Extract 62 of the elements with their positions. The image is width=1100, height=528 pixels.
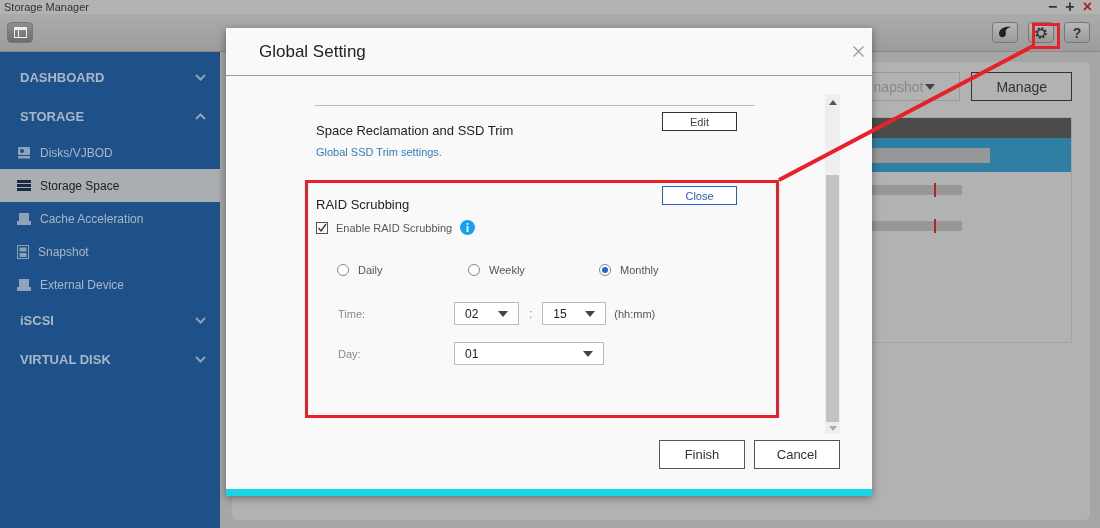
day-label: Day:: [338, 347, 362, 360]
settings-icon: [1034, 25, 1048, 40]
help-button[interactable]: ?: [1064, 22, 1090, 43]
sidebar-section[interactable]: iSCSI: [0, 301, 220, 340]
sidebar-section[interactable]: VIRTUAL DISK: [0, 340, 220, 379]
radio-label: Monthly: [620, 264, 659, 276]
maximize-button[interactable]: +: [1065, 0, 1075, 14]
sidebar-item[interactable]: External Device: [0, 268, 220, 301]
chevron-down-icon[interactable]: [195, 317, 206, 324]
sidebar-item[interactable]: Snapshot: [0, 235, 220, 268]
close-section-button[interactable]: Close: [662, 186, 737, 205]
highlight-frame: [1032, 23, 1060, 49]
scrollbar[interactable]: [825, 94, 840, 434]
radio-button[interactable]: [337, 264, 349, 276]
section-title: Space Reclamation and SSD Trim: [316, 122, 514, 138]
sidebar-section[interactable]: DASHBOARD: [0, 58, 220, 97]
section-title: RAID Scrubbing: [316, 196, 410, 212]
layout-icon: [13, 27, 27, 38]
day-select[interactable]: 01: [454, 342, 604, 365]
checkbox[interactable]: [316, 221, 328, 234]
close-icon[interactable]: [853, 46, 864, 57]
chevron-down-icon[interactable]: [195, 356, 206, 363]
close-button[interactable]: ×: [1082, 0, 1092, 14]
disk-icon: [17, 146, 31, 159]
hour-select[interactable]: 02: [454, 302, 519, 325]
dialog-title: Global Setting: [259, 41, 366, 62]
scroll-up-icon[interactable]: [828, 100, 837, 105]
drive-icon: [17, 212, 31, 225]
drive-icon: [17, 278, 31, 291]
settings-link[interactable]: Global SSD Trim settings.: [316, 146, 737, 158]
time-unit: (hh:mm): [614, 307, 656, 320]
radio-button[interactable]: [468, 264, 480, 276]
cabinet-icon: [17, 244, 29, 259]
checkbox-label: Enable RAID Scrubbing: [336, 221, 453, 234]
cancel-button[interactable]: Cancel: [754, 440, 840, 469]
radio-label: Daily: [358, 264, 383, 276]
caret-icon: [583, 350, 593, 357]
sidebar-item[interactable]: Cache Acceleration: [0, 202, 220, 235]
time-label: Time:: [338, 307, 367, 320]
chevron-down-icon[interactable]: [195, 74, 206, 81]
minimize-button[interactable]: −: [1047, 0, 1058, 14]
caret-icon: [925, 83, 936, 90]
chevron-up-icon[interactable]: [195, 113, 206, 120]
swirl-icon: [998, 26, 1012, 39]
radio-label: Weekly: [489, 264, 525, 276]
info-icon[interactable]: [460, 220, 476, 235]
layout-button[interactable]: [7, 22, 33, 43]
stack-icon: [17, 180, 31, 191]
sidebar-item[interactable]: Storage Space: [0, 169, 220, 202]
edit-button[interactable]: Edit: [662, 112, 737, 131]
finish-button[interactable]: Finish: [659, 440, 745, 469]
manage-button[interactable]: Manage: [971, 72, 1072, 101]
scroll-down-icon[interactable]: [828, 426, 837, 431]
window-title: Storage Manager: [4, 1, 89, 13]
sidebar-section[interactable]: STORAGE: [0, 97, 220, 136]
swirl-button[interactable]: [992, 22, 1018, 43]
minute-select[interactable]: 15: [542, 302, 607, 325]
sidebar-item[interactable]: Disks/VJBOD: [0, 136, 220, 169]
caret-icon: [498, 310, 508, 317]
caret-icon: [585, 310, 596, 317]
time-separator: :: [529, 306, 533, 321]
radio-button[interactable]: [599, 264, 611, 276]
